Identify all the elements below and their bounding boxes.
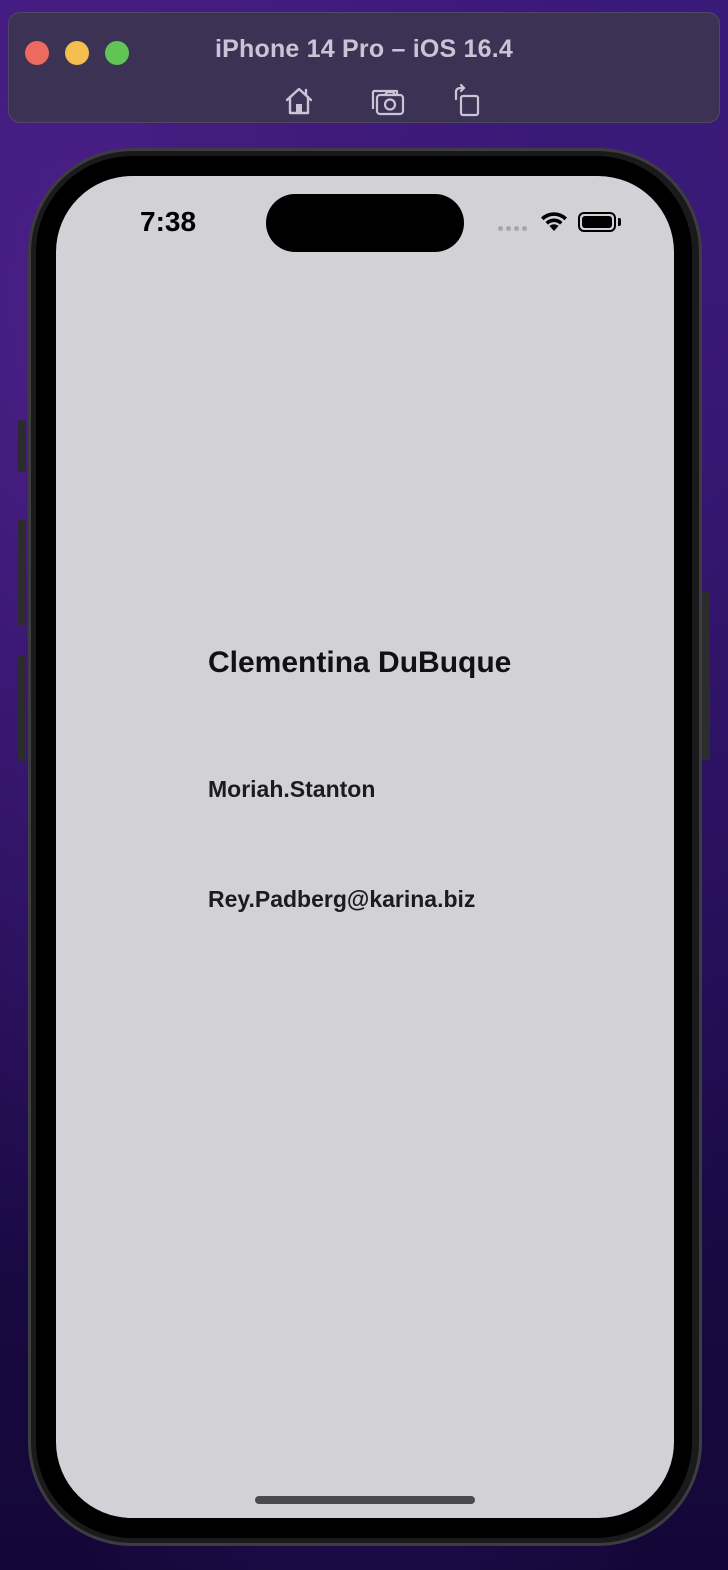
wifi-icon bbox=[540, 210, 568, 232]
volume-down-button[interactable] bbox=[18, 655, 26, 761]
power-button[interactable] bbox=[702, 592, 710, 760]
simulator-title: iPhone 14 Pro – iOS 16.4 bbox=[215, 35, 513, 63]
battery-icon bbox=[578, 212, 622, 232]
status-time: 7:38 bbox=[140, 206, 197, 237]
home-indicator[interactable] bbox=[255, 1496, 475, 1504]
contact-username: Moriah.Stanton bbox=[208, 776, 376, 802]
contact-name: Clementina DuBuque bbox=[208, 646, 512, 679]
screenshot-icon[interactable] bbox=[369, 83, 405, 119]
home-icon[interactable] bbox=[281, 83, 317, 119]
dynamic-island bbox=[266, 194, 464, 252]
contact-email: Rey.Padberg@karina.biz bbox=[208, 886, 476, 912]
volume-up-button[interactable] bbox=[18, 520, 26, 626]
action-button[interactable] bbox=[18, 420, 26, 472]
rotate-icon[interactable] bbox=[449, 83, 485, 119]
cellular-signal-icon bbox=[498, 224, 530, 232]
simulator-title-bar: iPhone 14 Pro – iOS 16.4 bbox=[8, 12, 720, 123]
device-screen: 7:38 Clementina DuBuque Moriah.Stanton R… bbox=[56, 176, 674, 1518]
